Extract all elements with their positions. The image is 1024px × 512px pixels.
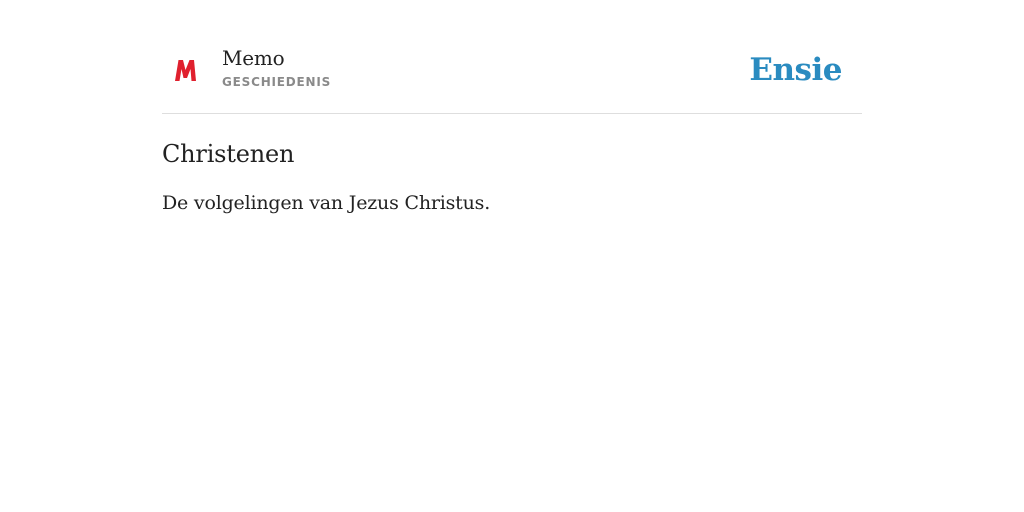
app-name[interactable]: Memo [222, 45, 331, 71]
definition-text: De volgelingen van Jezus Christus. [162, 192, 491, 214]
memo-m-logo-icon[interactable] [172, 56, 200, 84]
subject-label[interactable]: GESCHIEDENIS [222, 74, 331, 90]
header-titles: Memo GESCHIEDENIS [222, 45, 331, 90]
brand-logo[interactable]: Ensie [749, 50, 842, 90]
content-container: Memo GESCHIEDENIS Ensie Christenen De vo… [162, 0, 862, 216]
term-title: Christenen [162, 140, 295, 168]
page: Memo GESCHIEDENIS Ensie Christenen De vo… [0, 0, 1024, 512]
header: Memo GESCHIEDENIS Ensie [162, 0, 862, 114]
